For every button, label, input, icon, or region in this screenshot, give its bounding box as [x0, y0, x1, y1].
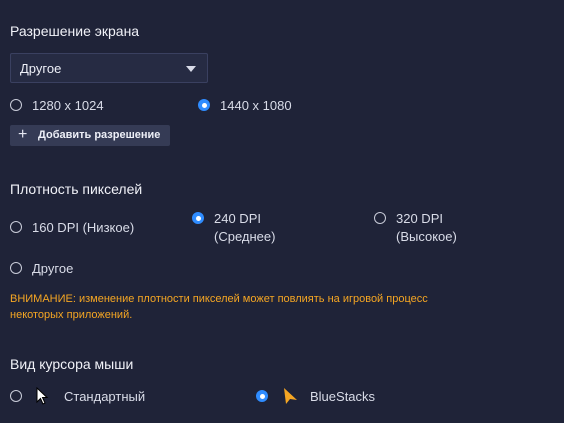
density-warning-line: ВНИМАНИЕ: изменение плотности пикселей м…	[10, 293, 428, 305]
radio-button[interactable]	[10, 221, 22, 233]
cursor-option-standard[interactable]: Стандартный	[10, 386, 170, 408]
radio-button-selected[interactable]	[198, 99, 210, 111]
standard-cursor-icon	[36, 387, 49, 405]
density-option-sublabel: (Среднее)	[214, 229, 276, 244]
cursor-option-label: Стандартный	[64, 389, 146, 404]
add-resolution-button[interactable]: + Добавить разрешение	[10, 125, 170, 146]
radio-button[interactable]	[374, 212, 386, 224]
resolution-option-label: 1280 x 1024	[32, 98, 104, 113]
resolution-dropdown-value: Другое	[20, 61, 62, 76]
density-option-label: Другое	[32, 261, 74, 276]
density-option-label: 240 DPI	[214, 211, 261, 226]
density-option-sublabel: (Высокое)	[396, 229, 457, 244]
radio-button[interactable]	[10, 99, 22, 111]
resolution-section-title: Разрешение экрана	[10, 23, 140, 39]
chevron-down-icon	[186, 66, 196, 72]
density-section-title: Плотность пикселей	[10, 181, 143, 197]
density-option-label: 320 DPI	[396, 211, 443, 226]
density-option-other[interactable]: Другое	[10, 260, 110, 277]
radio-button-selected[interactable]	[256, 390, 268, 402]
plus-icon: +	[18, 126, 28, 143]
radio-button-selected[interactable]	[192, 212, 204, 224]
cursor-section-title: Вид курсора мыши	[10, 356, 134, 372]
add-resolution-button-label: Добавить разрешение	[38, 129, 161, 141]
cursor-option-bluestacks[interactable]: BlueStacks	[256, 386, 416, 408]
resolution-dropdown[interactable]: Другое	[10, 53, 208, 83]
density-option-label: 160 DPI (Низкое)	[32, 220, 135, 235]
density-warning-line: некоторых приложений.	[10, 309, 133, 321]
bluestacks-cursor-icon	[284, 388, 297, 404]
resolution-option-label: 1440 x 1080	[220, 98, 292, 113]
density-option-320[interactable]: 320 DPI (Высокое)	[374, 210, 484, 246]
density-warning: ВНИМАНИЕ: изменение плотности пикселей м…	[10, 291, 550, 323]
density-option-160[interactable]: 160 DPI (Низкое)	[10, 219, 160, 236]
resolution-option-1280x1024[interactable]: 1280 x 1024	[10, 97, 130, 114]
cursor-option-label: BlueStacks	[310, 389, 376, 404]
radio-button[interactable]	[10, 262, 22, 274]
radio-button[interactable]	[10, 390, 22, 402]
resolution-option-1440x1080[interactable]: 1440 x 1080	[198, 97, 318, 114]
density-option-240[interactable]: 240 DPI (Среднее)	[192, 210, 302, 246]
